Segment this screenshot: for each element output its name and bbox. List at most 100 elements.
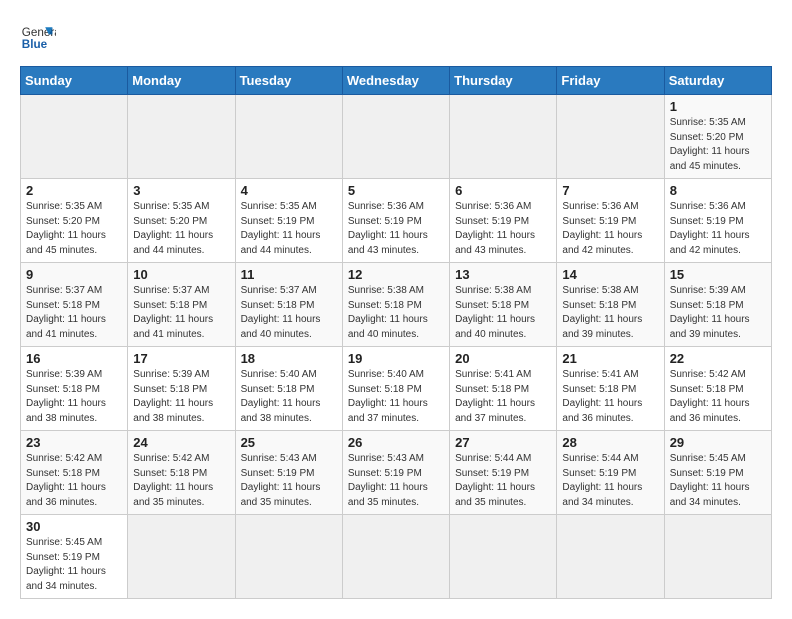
calendar-week-row: 1Sunrise: 5:35 AMSunset: 5:20 PMDaylight… bbox=[21, 95, 772, 179]
day-info: Sunrise: 5:38 AMSunset: 5:18 PMDaylight:… bbox=[455, 284, 551, 342]
svg-text:Blue: Blue bbox=[22, 38, 48, 51]
day-info: Sunrise: 5:35 AMSunset: 5:20 PMDaylight:… bbox=[670, 116, 766, 174]
calendar-day-cell: 22 Sunrise: 5:42 AMSunset: 5:18 PMDayligh… bbox=[664, 347, 771, 431]
calendar-week-row: 9Sunrise: 5:37 AMSunset: 5:18 PMDaylight… bbox=[21, 263, 772, 347]
day-number: 18 bbox=[241, 351, 337, 366]
day-number: 23 bbox=[26, 435, 122, 450]
calendar-day-cell: 15Sunrise: 5:39 AMSunset: 5:18 PMDayligh… bbox=[664, 263, 771, 347]
calendar-week-row: 23 Sunrise: 5:42 AMSunset: 5:18 PMDayligh… bbox=[21, 431, 772, 515]
calendar-day-cell bbox=[557, 95, 664, 179]
day-info: Sunrise: 5:40 AMSunset: 5:18 PMDaylight:… bbox=[241, 368, 337, 426]
day-number: 13 bbox=[455, 267, 551, 282]
calendar-day-cell bbox=[557, 515, 664, 599]
calendar-day-cell: 16Sunrise: 5:39 AMSunset: 5:18 PMDayligh… bbox=[21, 347, 128, 431]
weekday-header-cell: Sunday bbox=[21, 67, 128, 95]
weekday-header-cell: Thursday bbox=[450, 67, 557, 95]
calendar-week-row: 2Sunrise: 5:35 AMSunset: 5:20 PMDaylight… bbox=[21, 179, 772, 263]
calendar-day-cell: 14 Sunrise: 5:38 AMSunset: 5:18 PMDayligh… bbox=[557, 263, 664, 347]
day-number: 27 bbox=[455, 435, 551, 450]
calendar-day-cell: 8 Sunrise: 5:36 AMSunset: 5:19 PMDaylight… bbox=[664, 179, 771, 263]
calendar-day-cell: 19Sunrise: 5:40 AMSunset: 5:18 PMDayligh… bbox=[342, 347, 449, 431]
weekday-header-cell: Saturday bbox=[664, 67, 771, 95]
day-info: Sunrise: 5:42 AMSunset: 5:18 PMDaylight:… bbox=[670, 368, 766, 426]
calendar-day-cell bbox=[235, 515, 342, 599]
calendar-day-cell: 1Sunrise: 5:35 AMSunset: 5:20 PMDaylight… bbox=[664, 95, 771, 179]
weekday-header-cell: Friday bbox=[557, 67, 664, 95]
day-number: 30 bbox=[26, 519, 122, 534]
day-number: 25 bbox=[241, 435, 337, 450]
day-number: 29 bbox=[670, 435, 766, 450]
day-number: 7 bbox=[562, 183, 658, 198]
calendar-day-cell: 30 Sunrise: 5:45 AMSunset: 5:19 PMDayligh… bbox=[21, 515, 128, 599]
day-number: 28 bbox=[562, 435, 658, 450]
calendar-day-cell: 7Sunrise: 5:36 AMSunset: 5:19 PMDaylight… bbox=[557, 179, 664, 263]
day-info: Sunrise: 5:42 AMSunset: 5:18 PMDaylight:… bbox=[133, 452, 229, 510]
day-number: 20 bbox=[455, 351, 551, 366]
calendar-day-cell bbox=[342, 95, 449, 179]
day-info: Sunrise: 5:40 AMSunset: 5:18 PMDaylight:… bbox=[348, 368, 444, 426]
calendar-day-cell: 10Sunrise: 5:37 AMSunset: 5:18 PMDayligh… bbox=[128, 263, 235, 347]
calendar-day-cell: 18 Sunrise: 5:40 AMSunset: 5:18 PMDayligh… bbox=[235, 347, 342, 431]
day-number: 26 bbox=[348, 435, 444, 450]
day-info: Sunrise: 5:37 AMSunset: 5:18 PMDaylight:… bbox=[241, 284, 337, 342]
calendar-week-row: 30 Sunrise: 5:45 AMSunset: 5:19 PMDayligh… bbox=[21, 515, 772, 599]
day-info: Sunrise: 5:43 AMSunset: 5:19 PMDaylight:… bbox=[241, 452, 337, 510]
calendar-day-cell: 2Sunrise: 5:35 AMSunset: 5:20 PMDaylight… bbox=[21, 179, 128, 263]
day-info: Sunrise: 5:43 AMSunset: 5:19 PMDaylight:… bbox=[348, 452, 444, 510]
weekday-header-row: SundayMondayTuesdayWednesdayThursdayFrid… bbox=[21, 67, 772, 95]
day-info: Sunrise: 5:44 AMSunset: 5:19 PMDaylight:… bbox=[562, 452, 658, 510]
day-info: Sunrise: 5:35 AMSunset: 5:19 PMDaylight:… bbox=[241, 200, 337, 258]
calendar-day-cell: 6Sunrise: 5:36 AMSunset: 5:19 PMDaylight… bbox=[450, 179, 557, 263]
day-info: Sunrise: 5:38 AMSunset: 5:18 PMDaylight:… bbox=[562, 284, 658, 342]
calendar-day-cell bbox=[450, 95, 557, 179]
calendar-day-cell: 4 Sunrise: 5:35 AMSunset: 5:19 PMDaylight… bbox=[235, 179, 342, 263]
calendar-day-cell: 11 Sunrise: 5:37 AMSunset: 5:18 PMDayligh… bbox=[235, 263, 342, 347]
calendar-day-cell: 26 Sunrise: 5:43 AMSunset: 5:19 PMDayligh… bbox=[342, 431, 449, 515]
calendar-day-cell bbox=[342, 515, 449, 599]
day-number: 10 bbox=[133, 267, 229, 282]
day-info: Sunrise: 5:36 AMSunset: 5:19 PMDaylight:… bbox=[348, 200, 444, 258]
day-number: 5 bbox=[348, 183, 444, 198]
logo: General Blue bbox=[20, 20, 56, 56]
day-info: Sunrise: 5:41 AMSunset: 5:18 PMDaylight:… bbox=[455, 368, 551, 426]
page-header: General Blue bbox=[20, 20, 772, 56]
day-number: 3 bbox=[133, 183, 229, 198]
calendar-day-cell bbox=[21, 95, 128, 179]
calendar-day-cell: 17Sunrise: 5:39 AMSunset: 5:18 PMDayligh… bbox=[128, 347, 235, 431]
calendar-day-cell: 21Sunrise: 5:41 AMSunset: 5:18 PMDayligh… bbox=[557, 347, 664, 431]
day-info: Sunrise: 5:41 AMSunset: 5:18 PMDaylight:… bbox=[562, 368, 658, 426]
calendar-day-cell bbox=[450, 515, 557, 599]
day-info: Sunrise: 5:37 AMSunset: 5:18 PMDaylight:… bbox=[26, 284, 122, 342]
calendar-day-cell: 29 Sunrise: 5:45 AMSunset: 5:19 PMDayligh… bbox=[664, 431, 771, 515]
day-number: 24 bbox=[133, 435, 229, 450]
day-number: 8 bbox=[670, 183, 766, 198]
day-info: Sunrise: 5:45 AMSunset: 5:19 PMDaylight:… bbox=[670, 452, 766, 510]
day-info: Sunrise: 5:42 AMSunset: 5:18 PMDaylight:… bbox=[26, 452, 122, 510]
calendar-day-cell: 9Sunrise: 5:37 AMSunset: 5:18 PMDaylight… bbox=[21, 263, 128, 347]
calendar-day-cell: 27 Sunrise: 5:44 AMSunset: 5:19 PMDayligh… bbox=[450, 431, 557, 515]
day-number: 6 bbox=[455, 183, 551, 198]
day-info: Sunrise: 5:45 AMSunset: 5:19 PMDaylight:… bbox=[26, 536, 122, 594]
calendar-day-cell: 13 Sunrise: 5:38 AMSunset: 5:18 PMDayligh… bbox=[450, 263, 557, 347]
day-number: 14 bbox=[562, 267, 658, 282]
calendar-body: 1Sunrise: 5:35 AMSunset: 5:20 PMDaylight… bbox=[21, 95, 772, 599]
day-number: 12 bbox=[348, 267, 444, 282]
day-info: Sunrise: 5:38 AMSunset: 5:18 PMDaylight:… bbox=[348, 284, 444, 342]
day-number: 22 bbox=[670, 351, 766, 366]
day-number: 4 bbox=[241, 183, 337, 198]
calendar-day-cell: 5 Sunrise: 5:36 AMSunset: 5:19 PMDaylight… bbox=[342, 179, 449, 263]
calendar-table: SundayMondayTuesdayWednesdayThursdayFrid… bbox=[20, 66, 772, 599]
calendar-day-cell bbox=[128, 515, 235, 599]
calendar-day-cell: 3 Sunrise: 5:35 AMSunset: 5:20 PMDaylight… bbox=[128, 179, 235, 263]
day-info: Sunrise: 5:39 AMSunset: 5:18 PMDaylight:… bbox=[670, 284, 766, 342]
calendar-week-row: 16Sunrise: 5:39 AMSunset: 5:18 PMDayligh… bbox=[21, 347, 772, 431]
day-info: Sunrise: 5:35 AMSunset: 5:20 PMDaylight:… bbox=[26, 200, 122, 258]
logo-icon: General Blue bbox=[20, 20, 56, 56]
day-info: Sunrise: 5:35 AMSunset: 5:20 PMDaylight:… bbox=[133, 200, 229, 258]
calendar-day-cell: 23 Sunrise: 5:42 AMSunset: 5:18 PMDayligh… bbox=[21, 431, 128, 515]
day-info: Sunrise: 5:36 AMSunset: 5:19 PMDaylight:… bbox=[670, 200, 766, 258]
weekday-header-cell: Tuesday bbox=[235, 67, 342, 95]
calendar-day-cell bbox=[664, 515, 771, 599]
day-info: Sunrise: 5:44 AMSunset: 5:19 PMDaylight:… bbox=[455, 452, 551, 510]
day-number: 11 bbox=[241, 267, 337, 282]
